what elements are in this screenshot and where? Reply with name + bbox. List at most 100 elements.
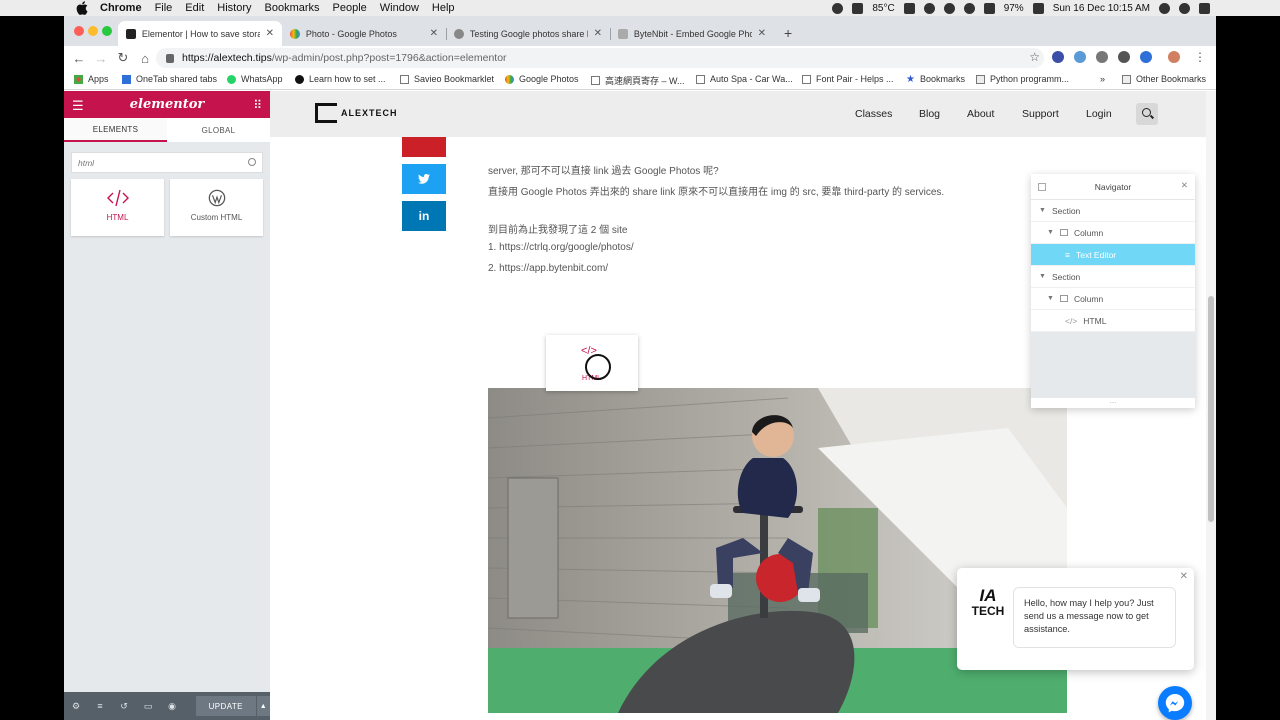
lock-icon[interactable] (166, 53, 174, 63)
sync-icon[interactable] (923, 2, 935, 14)
alextech-logo[interactable]: ALEXTECH (315, 103, 398, 123)
bookmark-bookmarks[interactable]: ★ Bookmarks (906, 74, 965, 84)
nav-login[interactable]: Login (1086, 108, 1112, 120)
bookmark-google-photos[interactable]: Google Photos (505, 74, 579, 84)
minimize-window-icon[interactable] (88, 26, 98, 36)
navigator-row-section[interactable]: ▼ Section (1031, 200, 1195, 222)
menu-edit[interactable]: Edit (185, 2, 204, 14)
page-scrollbar[interactable] (1206, 91, 1216, 720)
tab-testing-photos[interactable]: Testing Google photos share li ✕ (446, 21, 610, 46)
menu-history[interactable]: History (217, 2, 251, 14)
clock[interactable]: Sun 16 Dec 10:15 AM (1053, 3, 1150, 14)
widget-html[interactable]: HTML (71, 179, 164, 236)
cpu-monitor-icon[interactable] (852, 2, 864, 14)
close-window-icon[interactable] (74, 26, 84, 36)
navigator-resize-handle[interactable]: ... (1031, 397, 1195, 408)
extension-icon[interactable] (1118, 51, 1130, 63)
share-pinterest-button[interactable] (402, 137, 446, 157)
update-button[interactable]: UPDATE (196, 696, 256, 716)
site-search-button[interactable] (1136, 103, 1158, 125)
nav-support[interactable]: Support (1022, 108, 1059, 120)
chrome-menu-icon[interactable]: ⋮ (1194, 51, 1206, 63)
share-twitter-button[interactable] (402, 164, 446, 194)
bookmark-apps[interactable]: Apps (74, 74, 109, 84)
menu-people[interactable]: People (333, 2, 367, 14)
close-tab-icon[interactable]: ✕ (594, 28, 602, 39)
notification-center-icon[interactable] (1199, 2, 1210, 14)
widgets-grid-icon[interactable]: ⠿ (253, 98, 262, 112)
profile-avatar[interactable] (1168, 51, 1180, 63)
tab-bytenbit[interactable]: ByteNbit - Embed Google Phot ✕ (610, 21, 774, 46)
bookmark-fontpair[interactable]: Font Pair - Helps ... (802, 74, 894, 84)
update-options-chevron-icon[interactable]: ▲ (256, 696, 270, 716)
navigator-row-section[interactable]: ▼ Section (1031, 266, 1195, 288)
menu-extra-icon[interactable] (903, 2, 915, 14)
preview-eye-icon[interactable]: ◉ (160, 701, 184, 712)
tab-elementor[interactable]: Elementor | How to save storag ✕ (118, 21, 282, 46)
menu-help[interactable]: Help (432, 2, 455, 14)
battery-readout[interactable]: 97% (1004, 3, 1024, 14)
pen-extension-icon[interactable] (1074, 51, 1086, 63)
responsive-mode-icon[interactable]: ▭ (136, 701, 160, 712)
tab-elements[interactable]: ELEMENTS (64, 118, 167, 142)
bookmark-star-icon[interactable]: ☆ (1029, 50, 1040, 64)
menu-window[interactable]: Window (380, 2, 419, 14)
menu-bookmarks[interactable]: Bookmarks (265, 2, 320, 14)
navigator-layers-icon[interactable]: ≡ (88, 701, 112, 711)
hamburger-menu-icon[interactable]: ☰ (72, 98, 84, 114)
bookmark-python[interactable]: Python programm... (976, 74, 1069, 84)
bookmark-onetab[interactable]: OneTab shared tabs (122, 74, 217, 84)
messenger-button[interactable] (1158, 686, 1192, 720)
nav-classes[interactable]: Classes (855, 108, 892, 120)
address-bar[interactable]: https://alextech.tips/wp-admin/post.php?… (156, 48, 1044, 68)
close-tab-icon[interactable]: ✕ (266, 28, 274, 39)
nav-blog[interactable]: Blog (919, 108, 940, 120)
caret-down-icon[interactable]: ▼ (1047, 229, 1054, 236)
bookmark-savieo[interactable]: Savieo Bookmarklet (400, 74, 494, 84)
caret-down-icon[interactable]: ▼ (1047, 295, 1054, 302)
wifi-icon[interactable] (963, 2, 975, 14)
content-link-2[interactable]: 2. https://app.bytenbit.com/ (488, 263, 608, 274)
record-icon[interactable] (832, 2, 844, 14)
menu-app-name[interactable]: Chrome (100, 2, 142, 14)
spotlight-icon[interactable] (1159, 2, 1170, 14)
navigator-row-html[interactable]: </> HTML (1031, 310, 1195, 332)
forward-icon[interactable]: → (90, 51, 112, 66)
navigator-row-text-editor[interactable]: ≡ Text Editor (1031, 244, 1195, 266)
home-icon[interactable]: ⌂ (134, 51, 156, 66)
content-link-1[interactable]: 1. https://ctrlq.org/google/photos/ (488, 242, 634, 253)
widget-search-input[interactable]: html (71, 152, 263, 173)
close-tab-icon[interactable]: ✕ (430, 28, 438, 39)
onetab-extension-icon[interactable] (1140, 51, 1152, 63)
bookmark-whatsapp[interactable]: WhatsApp (227, 74, 283, 84)
back-icon[interactable]: ← (68, 51, 90, 66)
tab-global[interactable]: GLOBAL (167, 118, 270, 142)
zoom-window-icon[interactable] (102, 26, 112, 36)
navigator-row-column[interactable]: ▼ Column (1031, 222, 1195, 244)
temperature-readout[interactable]: 85°C (872, 3, 894, 14)
bookmarks-overflow[interactable]: » (1100, 74, 1105, 84)
history-icon[interactable]: ↺ (112, 701, 136, 712)
flag-icon[interactable] (1032, 2, 1044, 14)
bookmark-webhosting[interactable]: 高速網頁寄存 – W... (591, 74, 685, 87)
close-tab-icon[interactable]: ✕ (758, 28, 766, 39)
new-tab-icon[interactable]: + (784, 25, 792, 41)
nav-about[interactable]: About (967, 108, 994, 120)
navigator-collapse-icon[interactable] (1038, 183, 1046, 191)
volume-icon[interactable] (983, 2, 995, 14)
extension-icon[interactable] (1052, 51, 1064, 63)
caret-down-icon[interactable]: ▼ (1039, 207, 1046, 214)
siri-icon[interactable] (1179, 2, 1190, 14)
dragged-html-widget[interactable]: </> HTML (546, 335, 638, 391)
bookmark-autospa[interactable]: Auto Spa - Car Wa... (696, 74, 793, 84)
widget-custom-html[interactable]: Custom HTML (170, 179, 263, 236)
settings-gear-icon[interactable]: ⚙ (64, 701, 88, 712)
caret-down-icon[interactable]: ▼ (1039, 273, 1046, 280)
function-extension-icon[interactable] (1096, 51, 1108, 63)
chat-close-icon[interactable]: ✕ (1180, 571, 1188, 582)
scrollbar-thumb[interactable] (1208, 296, 1214, 522)
bookmark-learn[interactable]: Learn how to set ... (295, 74, 386, 84)
reload-icon[interactable]: ↻ (112, 50, 134, 66)
share-linkedin-button[interactable]: in (402, 201, 446, 231)
navigator-row-column[interactable]: ▼ Column (1031, 288, 1195, 310)
